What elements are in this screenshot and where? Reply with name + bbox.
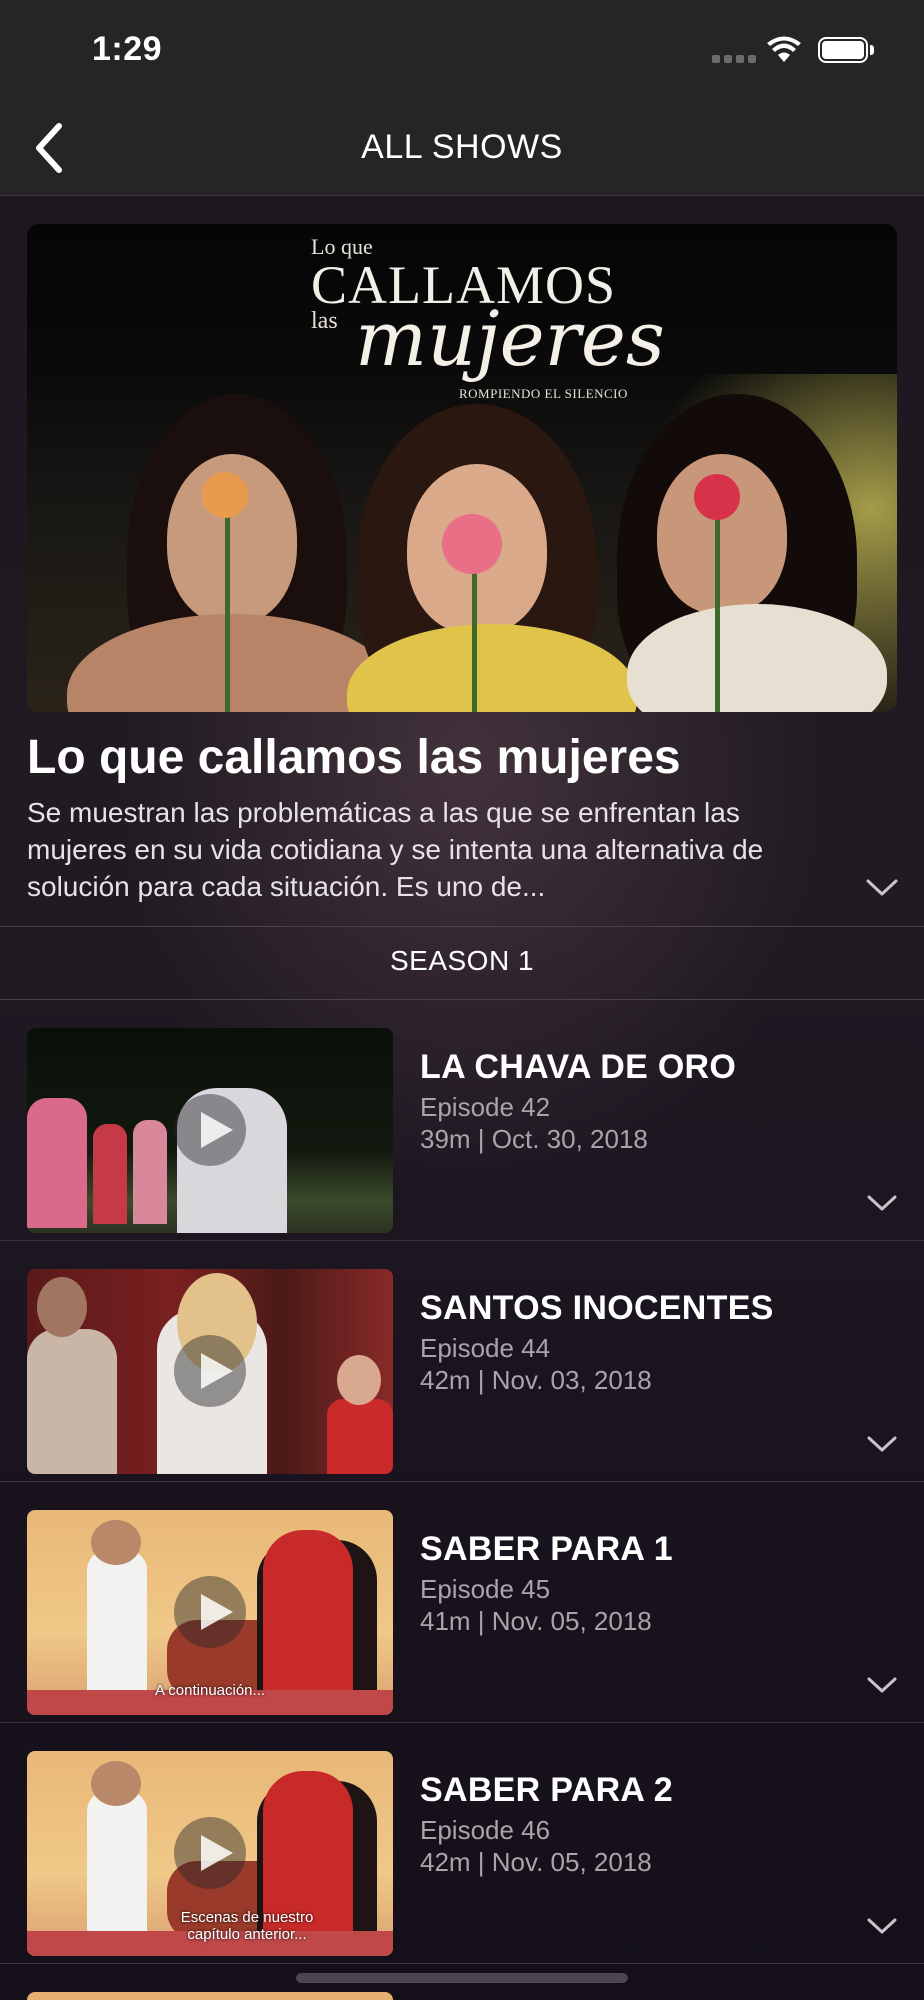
episode-title: LA CHAVA DE ORO [420,1048,737,1086]
poster-text-line3: las [311,308,338,334]
episode-meta: 41m | Nov. 05, 2018 [420,1606,652,1636]
episode-row[interactable]: A continuación... SABER PARA 1 Episode 4… [0,1482,924,1723]
episode-meta: 42m | Nov. 05, 2018 [420,1847,652,1877]
episode-row[interactable]: LA CHAVA DE ORO Episode 42 39m | Oct. 30… [0,1000,924,1241]
chevron-down-icon[interactable] [864,1672,900,1698]
episode-number: Episode 46 [420,1815,551,1845]
show-description: Se muestran las problemáticas a las que … [27,797,764,902]
episode-thumbnail[interactable] [27,1028,393,1233]
home-indicator [296,1973,628,1983]
status-bar: 1:29 [0,0,924,100]
play-icon [174,1817,246,1889]
battery-icon [818,37,874,63]
poster-text-line4: mujeres [355,294,665,383]
season-selector[interactable]: SEASON 1 [0,926,924,1000]
chevron-down-icon[interactable] [862,872,902,902]
episode-thumbnail[interactable]: A continuación... [27,1510,393,1715]
show-detail-screen: 1:29 ALL SHOWS Lo que CALLAMOS las mujer… [0,0,924,2000]
episode-row-partial[interactable] [27,1992,393,2000]
play-icon [174,1094,246,1166]
wifi-icon [767,36,801,62]
episode-meta: 42m | Nov. 03, 2018 [420,1365,652,1395]
episode-title: SABER PARA 2 [420,1771,673,1809]
episode-thumbnail[interactable] [27,1269,393,1474]
episode-caption: Escenas de nuestro capítulo anterior... [180,1909,314,1943]
season-label: SEASON 1 [389,945,535,976]
episode-title: SANTOS INOCENTES [420,1289,774,1327]
play-icon [174,1576,246,1648]
episode-number: Episode 44 [420,1333,551,1363]
episode-thumbnail[interactable]: Escenas de nuestro capítulo anterior... [27,1751,393,1956]
poster-tagline: ROMPIENDO EL SILENCIO [459,386,628,401]
episode-number: Episode 42 [420,1092,551,1122]
chevron-down-icon[interactable] [864,1431,900,1457]
page-title: ALL SHOWS [361,128,563,166]
signal-icon [712,55,756,63]
status-time: 1:29 [92,30,163,68]
navigation-bar: ALL SHOWS [0,100,924,196]
chevron-down-icon[interactable] [864,1913,900,1939]
episode-number: Episode 45 [420,1574,551,1604]
episode-row[interactable]: SANTOS INOCENTES Episode 44 42m | Nov. 0… [0,1241,924,1482]
episode-title: SABER PARA 1 [420,1530,673,1568]
episode-caption: A continuación... [154,1682,266,1699]
show-poster: Lo que CALLAMOS las mujeres ROMPIENDO EL… [27,224,897,712]
episode-row[interactable]: Escenas de nuestro capítulo anterior... … [0,1723,924,1964]
chevron-down-icon[interactable] [864,1190,900,1216]
episode-meta: 39m | Oct. 30, 2018 [420,1124,648,1154]
show-title: Lo que callamos las mujeres [27,731,681,784]
play-icon [174,1335,246,1407]
